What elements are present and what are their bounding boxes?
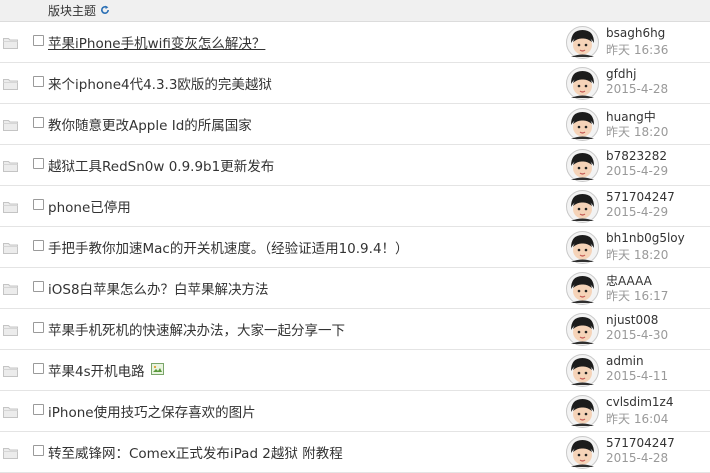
folder-icon: [3, 116, 18, 131]
post-time: 昨天 16:04: [606, 412, 669, 426]
avatar[interactable]: [566, 313, 599, 346]
select-checkbox[interactable]: [33, 117, 44, 128]
folder-icon: [3, 362, 18, 377]
post-time: 2015-4-28: [606, 451, 669, 465]
image-attachment-icon: [151, 363, 164, 375]
folder-icon: [3, 198, 18, 213]
thread-row: 苹果手机死机的快速解决办法，大家一起分享一下 njust008 2015-4-30: [0, 309, 710, 350]
folder-icon: [3, 157, 18, 172]
post-time: 昨天 16:17: [606, 289, 669, 303]
select-checkbox[interactable]: [33, 199, 44, 210]
select-checkbox[interactable]: [33, 281, 44, 292]
select-checkbox[interactable]: [33, 35, 44, 46]
avatar[interactable]: [566, 354, 599, 387]
refresh-icon[interactable]: [100, 5, 110, 15]
select-checkbox[interactable]: [33, 363, 44, 374]
thread-row: 来个iphone4代4.3.3欧版的完美越狱 gfdhj 2015-4-28: [0, 63, 710, 104]
folder-icon: [3, 403, 18, 418]
thread-title-link[interactable]: 教你随意更改Apple Id的所属国家: [48, 114, 252, 134]
thread-title-link[interactable]: 手把手教你加速Mac的开关机速度。（经验证适用10.9.4！）: [48, 237, 409, 257]
thread-title-link[interactable]: 转至威锋网：Comex正式发布iPad 2越狱 附教程: [48, 442, 343, 462]
post-time: 2015-4-30: [606, 328, 669, 342]
author-link[interactable]: 571704247: [606, 190, 675, 204]
author-link[interactable]: admin: [606, 354, 644, 368]
post-time: 昨天 18:20: [606, 248, 669, 262]
select-checkbox[interactable]: [33, 445, 44, 456]
thread-title-link[interactable]: 越狱工具RedSn0w 0.9.9b1更新发布: [48, 155, 274, 175]
select-checkbox[interactable]: [33, 76, 44, 87]
avatar[interactable]: [566, 436, 599, 469]
thread-title-link[interactable]: 来个iphone4代4.3.3欧版的完美越狱: [48, 73, 272, 93]
select-checkbox[interactable]: [33, 158, 44, 169]
thread-row: 教你随意更改Apple Id的所属国家 huang中 昨天 18:20: [0, 104, 710, 145]
section-title: 版块主题: [48, 4, 97, 18]
thread-title-link[interactable]: 苹果4s开机电路: [48, 360, 145, 380]
thread-row: 手把手教你加速Mac的开关机速度。（经验证适用10.9.4！） bh1nb0g5l…: [0, 227, 710, 268]
avatar[interactable]: [566, 272, 599, 305]
post-time: 2015-4-28: [606, 82, 669, 96]
avatar[interactable]: [566, 190, 599, 223]
section-header: 版块主题: [0, 0, 710, 22]
thread-row: 苹果4s开机电路 admin 2015-4-11: [0, 350, 710, 391]
thread-row: 转至威锋网：Comex正式发布iPad 2越狱 附教程 571704247 2015…: [0, 432, 710, 473]
author-link[interactable]: 571704247: [606, 436, 675, 450]
thread-row: iOS8白苹果怎么办？白苹果解决方法 忠AAAA 昨天 16:17: [0, 268, 710, 309]
author-link[interactable]: cvlsdim1z4: [606, 395, 674, 409]
select-checkbox[interactable]: [33, 404, 44, 415]
avatar[interactable]: [566, 67, 599, 100]
thread-title-link[interactable]: iPhone使用技巧之保存喜欢的图片: [48, 401, 256, 421]
post-time: 昨天 18:20: [606, 125, 669, 139]
author-link[interactable]: gfdhj: [606, 67, 636, 81]
avatar[interactable]: [566, 395, 599, 428]
thread-row: iPhone使用技巧之保存喜欢的图片 cvlsdim1z4 昨天 16:04: [0, 391, 710, 432]
author-link[interactable]: bsagh6hg: [606, 26, 665, 40]
thread-title-link[interactable]: 苹果iPhone手机wifi变灰怎么解决？: [48, 32, 265, 52]
avatar[interactable]: [566, 149, 599, 182]
thread-title-link[interactable]: iOS8白苹果怎么办？白苹果解决方法: [48, 278, 269, 298]
post-time: 2015-4-29: [606, 205, 669, 219]
post-time: 2015-4-29: [606, 164, 669, 178]
thread-row: phone已停用 571704247 2015-4-29: [0, 186, 710, 227]
author-link[interactable]: bh1nb0g5loy: [606, 231, 685, 245]
folder-icon: [3, 444, 18, 459]
select-checkbox[interactable]: [33, 322, 44, 333]
folder-icon: [3, 34, 18, 49]
thread-title-link[interactable]: 苹果手机死机的快速解决办法，大家一起分享一下: [48, 319, 345, 339]
thread-title-link[interactable]: phone已停用: [48, 196, 131, 216]
thread-row: 越狱工具RedSn0w 0.9.9b1更新发布 b7823282 2015-4-29: [0, 145, 710, 186]
post-time: 2015-4-11: [606, 369, 669, 383]
folder-icon: [3, 321, 18, 336]
select-checkbox[interactable]: [33, 240, 44, 251]
avatar[interactable]: [566, 26, 599, 59]
author-link[interactable]: b7823282: [606, 149, 667, 163]
folder-icon: [3, 239, 18, 254]
post-time: 昨天 16:36: [606, 43, 669, 57]
folder-icon: [3, 75, 18, 90]
avatar[interactable]: [566, 231, 599, 264]
avatar[interactable]: [566, 108, 599, 141]
folder-icon: [3, 280, 18, 295]
author-link[interactable]: njust008: [606, 313, 658, 327]
thread-row: 苹果iPhone手机wifi变灰怎么解决？ bsagh6hg 昨天 16:36: [0, 22, 710, 63]
